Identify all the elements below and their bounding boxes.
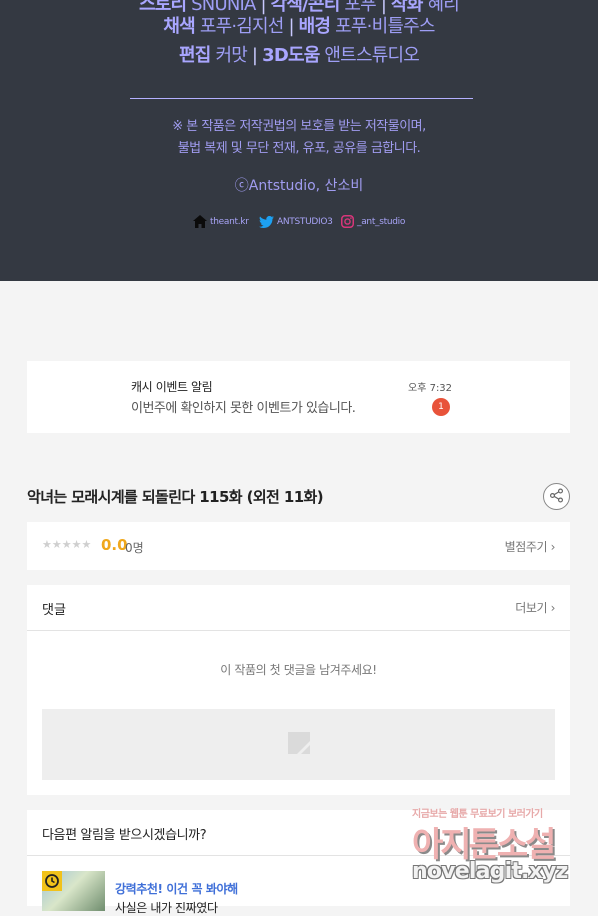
notification-body: 이번주에 확인하지 못한 이벤트가 있습니다. <box>131 401 356 416</box>
comments-more-link[interactable]: 더보기 › <box>515 599 555 616</box>
comments-divider <box>27 630 570 631</box>
event-notification-card[interactable]: 캐시 이벤트 알림 이번주에 확인하지 못한 이벤트가 있습니다. 오후 7:3… <box>27 361 570 433</box>
credits-line-color: 채색 포푸·김지선 | 배경 포푸·비틀주스 <box>0 12 598 38</box>
credits-banner: 스토리 SNUNIA | 각색/콘티 포푸 | 작화 혜리 채색 포푸·김지선 … <box>0 0 598 281</box>
comment-ad-placeholder[interactable] <box>42 709 555 780</box>
credit-label: 3D도움 <box>262 45 320 66</box>
credit-label: 편집 <box>179 45 211 66</box>
social-links: theant.kr ANTSTUDIO3 _ant_studio <box>0 213 598 231</box>
notification-count-badge: 1 <box>432 398 450 416</box>
rating-score: 0.0 <box>101 536 128 554</box>
social-link-instagram[interactable]: _ant_studio <box>341 213 405 231</box>
credit-value: 포푸·비틀주스 <box>335 16 435 37</box>
copyright-notice-line1: ※ 본 작품은 저작권법의 보호를 받는 저작물이며, <box>172 119 426 134</box>
comments-section: 댓글 더보기 › 이 작품의 첫 댓글을 남겨주세요! <box>27 585 570 795</box>
credit-label: 채색 <box>163 16 195 37</box>
rating-card: ★★★★★ 0.0 0명 별점주기 › <box>27 522 570 570</box>
twitter-icon <box>259 213 274 232</box>
recommendation-thumbnail[interactable] <box>42 871 105 911</box>
home-icon <box>193 213 207 232</box>
rate-button[interactable]: 별점주기 › <box>505 538 556 555</box>
credits-divider <box>130 98 473 99</box>
copyright-holder: ⓒAntstudio, 산소비 <box>234 178 364 194</box>
social-label: ANTSTUDIO3 <box>277 217 333 227</box>
share-icon <box>549 488 564 506</box>
social-label: theant.kr <box>210 217 249 227</box>
image-placeholder-icon <box>287 731 310 758</box>
recommendation-title[interactable]: 사실은 내가 진짜였다 <box>115 899 218 916</box>
social-label: _ant_studio <box>357 217 406 227</box>
next-episode-divider <box>27 855 570 856</box>
social-link-twitter[interactable]: ANTSTUDIO3 <box>259 213 333 231</box>
credit-label: 배경 <box>298 16 331 37</box>
clock-icon <box>42 871 62 891</box>
comments-empty-message: 이 작품의 첫 댓글을 남겨주세요! <box>220 663 377 677</box>
credit-value: 커맛 <box>215 45 247 66</box>
share-button[interactable] <box>543 483 570 510</box>
star-rating-icon: ★★★★★ <box>42 538 92 551</box>
comments-header: 댓글 <box>42 603 66 618</box>
copyright-notice-line2: 불법 복제 및 무단 전재, 유포, 공유를 금합니다. <box>177 141 421 156</box>
instagram-icon <box>341 213 354 232</box>
credit-separator: | <box>251 45 258 66</box>
episode-title: 악녀는 모래시계를 되돌린다 115화 (외전 11화) <box>27 488 324 506</box>
next-episode-alert: 다음편 알림을 받으시겠습니까? 강력추천! 이건 꼭 봐야해 사실은 내가 진… <box>27 810 570 915</box>
rating-count: 0명 <box>125 541 144 555</box>
notification-time: 오후 7:32 <box>408 383 453 394</box>
social-link-website[interactable]: theant.kr <box>193 213 249 231</box>
credit-value: 앤트스튜디오 <box>324 45 419 66</box>
credit-separator: | <box>288 16 294 37</box>
credits-line-edit: 편집 커맛 | 3D도움 앤트스튜디오 <box>0 41 598 67</box>
credit-value: 포푸·김지선 <box>199 16 285 37</box>
notification-title: 캐시 이벤트 알림 <box>131 380 213 394</box>
next-episode-question: 다음편 알림을 받으시겠습니까? <box>42 828 207 843</box>
recommendation-promo-link[interactable]: 강력추천! 이건 꼭 봐야해 <box>115 880 238 897</box>
